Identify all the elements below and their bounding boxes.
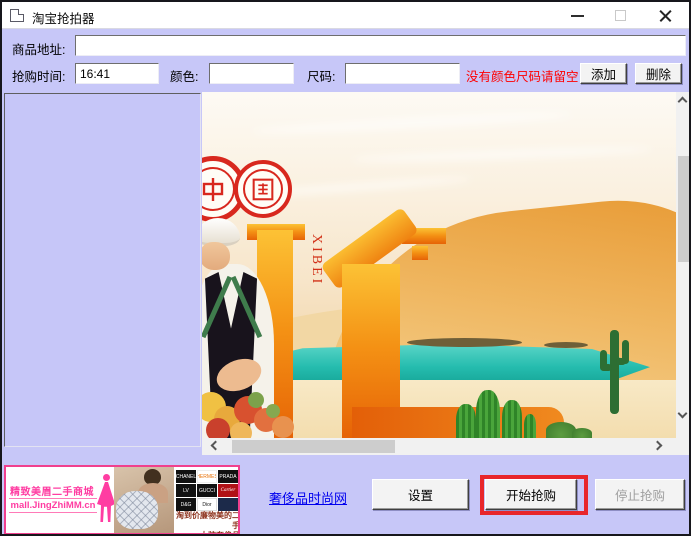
address-input[interactable] bbox=[75, 35, 686, 56]
stamp-guo bbox=[234, 160, 292, 218]
luxury-site-link[interactable]: 奢侈品时尚网 bbox=[269, 488, 347, 507]
brand-logo: HERMES bbox=[197, 470, 217, 483]
banner-title: 精致美眉二手商城 bbox=[10, 483, 96, 498]
title-bar: 淘宝抢拍器 bbox=[2, 2, 689, 29]
cactus bbox=[502, 400, 522, 438]
flower-leaf bbox=[248, 392, 264, 408]
brand-logo: LV bbox=[176, 484, 196, 497]
guo-character bbox=[249, 175, 277, 203]
minimize-icon bbox=[571, 15, 584, 17]
size-label: 尺码: bbox=[307, 66, 335, 85]
brand-logo: PRADA bbox=[218, 470, 238, 483]
vertical-scrollbar-thumb[interactable] bbox=[678, 156, 689, 262]
start-purchase-button[interactable]: 开始抢购 bbox=[485, 479, 577, 510]
woman-silhouette-icon bbox=[103, 474, 110, 481]
delete-button[interactable]: 删除 bbox=[635, 63, 682, 84]
grass-tuft bbox=[572, 428, 592, 438]
banner-slogan-line1: 淘到价廉物美的二手 bbox=[172, 511, 240, 531]
person-face bbox=[202, 242, 230, 270]
maximize-icon bbox=[615, 10, 626, 21]
minimize-button[interactable] bbox=[562, 2, 592, 29]
horizontal-scrollbar[interactable] bbox=[202, 438, 676, 455]
saguaro-arm bbox=[600, 364, 612, 371]
brand-logo: Dior bbox=[197, 498, 217, 511]
cactus bbox=[476, 390, 500, 438]
islet bbox=[407, 338, 522, 347]
islet bbox=[544, 342, 588, 348]
flower bbox=[230, 422, 252, 438]
horizontal-scrollbar-thumb[interactable] bbox=[232, 440, 395, 453]
banner-slogan-line2: 大牌奢侈品 bbox=[172, 531, 240, 535]
photo-handbag bbox=[116, 491, 158, 529]
banner-photo bbox=[114, 467, 174, 533]
sky-streak bbox=[352, 145, 652, 164]
zhong-character bbox=[202, 174, 228, 204]
brand-logo: GUCCI bbox=[197, 484, 217, 497]
ad-banner[interactable]: 精致美眉二手商城 mall.JingZhiMM.cn CHANEL HERMES… bbox=[4, 465, 240, 535]
app-window: 淘宝抢拍器 商品地址: 抢购时间: 颜色: 尺码: 没有颜色尺码请留空 添加 删… bbox=[0, 0, 691, 536]
vertical-scrollbar[interactable] bbox=[676, 92, 691, 438]
no-color-size-hint: 没有颜色尺码请留空 bbox=[466, 66, 579, 85]
size-input[interactable] bbox=[345, 63, 460, 84]
brand-logo: Cartier bbox=[218, 484, 238, 497]
task-listbox[interactable] bbox=[4, 93, 201, 447]
scroll-down-icon[interactable] bbox=[678, 409, 688, 419]
banner-url: mall.JingZhiMM.cn bbox=[9, 498, 97, 513]
flower-leaf bbox=[266, 404, 280, 418]
maximize-button[interactable] bbox=[606, 2, 636, 29]
stamp-zhong-inner bbox=[202, 167, 235, 212]
banner-slogan: 淘到价廉物美的二手 大牌奢侈品 bbox=[172, 511, 240, 535]
flower bbox=[206, 418, 230, 438]
scroll-up-icon[interactable] bbox=[678, 97, 688, 107]
window-title: 淘宝抢拍器 bbox=[32, 8, 95, 27]
product-preview-image: XIBEI bbox=[202, 92, 676, 438]
stop-purchase-button[interactable]: 停止抢购 bbox=[595, 479, 685, 510]
color-input[interactable] bbox=[209, 63, 294, 84]
brand-logo bbox=[218, 498, 238, 511]
saguaro-arm bbox=[616, 358, 626, 365]
close-button[interactable] bbox=[650, 2, 680, 29]
product-preview-browser: XIBEI bbox=[202, 92, 691, 455]
scroll-left-icon[interactable] bbox=[211, 441, 221, 451]
saguaro-cactus bbox=[610, 330, 619, 414]
stamp-guo-inner bbox=[243, 169, 283, 209]
flower bbox=[272, 416, 294, 438]
scrollbar-corner bbox=[676, 438, 691, 455]
sky-streak bbox=[252, 110, 572, 137]
time-input[interactable] bbox=[75, 63, 159, 84]
brand-logo: CHANEL bbox=[176, 470, 196, 483]
cactus bbox=[456, 404, 476, 438]
scroll-right-icon[interactable] bbox=[653, 441, 663, 451]
bei-glyph-cap bbox=[412, 246, 428, 260]
brand-logo-grid: CHANEL HERMES PRADA LV GUCCI Cartier D&G… bbox=[176, 470, 240, 511]
settings-button[interactable]: 设置 bbox=[372, 479, 469, 510]
time-label: 抢购时间: bbox=[12, 66, 65, 85]
add-button[interactable]: 添加 bbox=[580, 63, 627, 84]
woman-silhouette-icon bbox=[96, 482, 116, 522]
form-icon bbox=[10, 9, 24, 22]
address-label: 商品地址: bbox=[12, 39, 65, 58]
brand-logo: D&G bbox=[176, 498, 196, 511]
xibei-vertical-text: XIBEI bbox=[308, 234, 324, 286]
cactus bbox=[524, 414, 536, 438]
color-label: 颜色: bbox=[170, 66, 198, 85]
